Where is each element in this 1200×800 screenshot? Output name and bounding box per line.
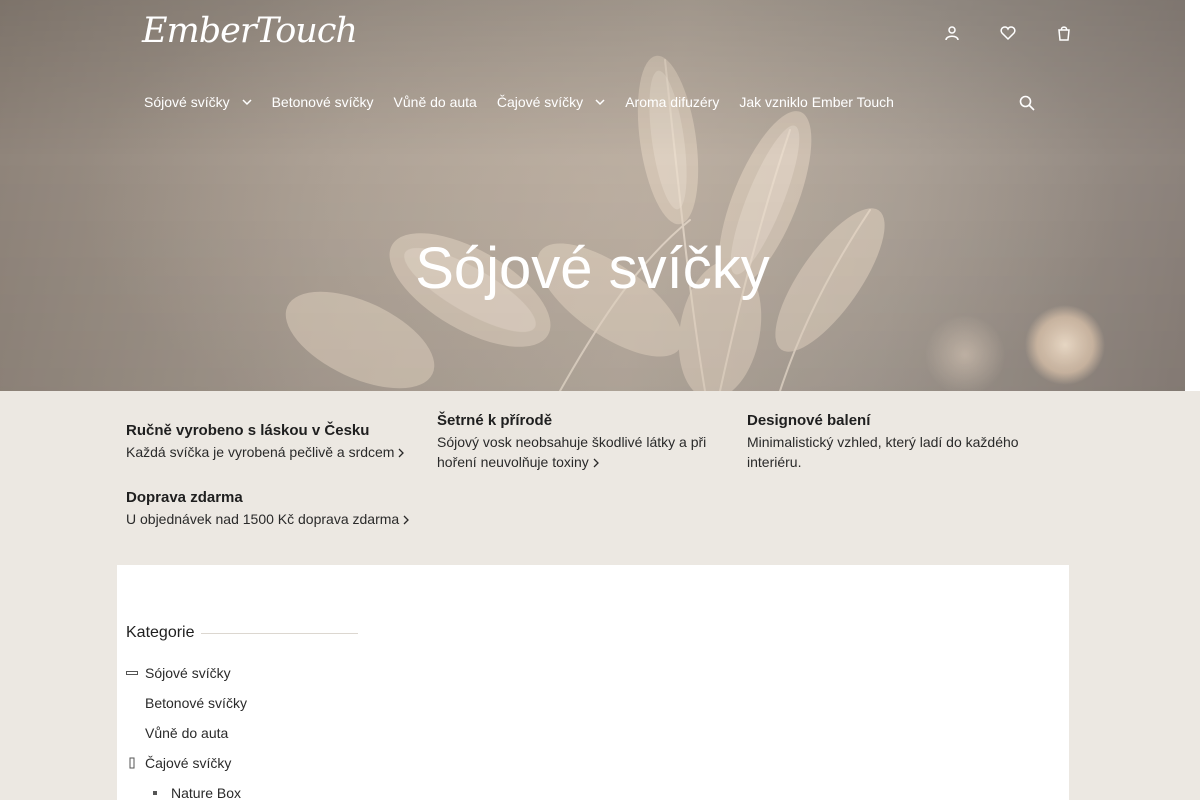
category-item-cajove-svicky[interactable]: Čajové svíčky bbox=[126, 748, 247, 778]
nav-item-jak-vzniklo[interactable]: Jak vzniklo Ember Touch bbox=[739, 94, 894, 110]
nav-item-aroma-difuzery[interactable]: Aroma difuzéry bbox=[625, 94, 719, 110]
benefit-packaging: Designové balení Minimalistický vzhled, … bbox=[747, 410, 1047, 472]
benefit-handmade: Ručně vyrobeno s láskou v Česku Každá sv… bbox=[126, 420, 426, 463]
nav-item-label: Aroma difuzéry bbox=[625, 94, 720, 110]
hero-banner: EmberTouch Sójové svíčky Betonové svíčky… bbox=[0, 0, 1185, 391]
header-icon-bar bbox=[924, 20, 1092, 46]
arrow-right-icon[interactable] bbox=[592, 453, 600, 473]
category-label: Nature Box bbox=[171, 785, 242, 800]
benefit-title: Doprava zdarma bbox=[126, 489, 243, 506]
wishlist-icon[interactable] bbox=[980, 20, 1036, 46]
sidebar-heading-label: Kategorie bbox=[126, 624, 195, 641]
search-icon[interactable] bbox=[1018, 94, 1036, 112]
collapse-icon[interactable] bbox=[126, 666, 145, 680]
benefit-title: Šetrné k přírodě bbox=[437, 412, 553, 429]
nav-item-label: Sójové svíčky bbox=[144, 94, 230, 110]
nav-item-vune-do-auta[interactable]: Vůně do auta bbox=[394, 94, 477, 110]
benefit-text: Každá svíčka je vyrobená pečlivě a srdce… bbox=[126, 444, 395, 460]
nav-item-label: Vůně do auta bbox=[393, 94, 477, 110]
category-item-vune-do-auta[interactable]: Vůně do auta bbox=[126, 718, 247, 748]
account-icon[interactable] bbox=[924, 20, 980, 46]
category-list: Sójové svíčky Betonové svíčky Vůně do au… bbox=[126, 658, 247, 800]
page-title: Sójové svíčky bbox=[415, 236, 770, 301]
nav-item-label: Betonové svíčky bbox=[271, 94, 374, 110]
hero-background-image bbox=[0, 0, 1185, 391]
chevron-down-icon[interactable] bbox=[242, 97, 252, 107]
category-item-betonove-svicky[interactable]: Betonové svíčky bbox=[126, 688, 247, 718]
expand-icon[interactable] bbox=[126, 756, 145, 770]
scrollbar-track[interactable] bbox=[1185, 0, 1200, 391]
benefit-title: Designové balení bbox=[747, 412, 871, 429]
benefit-eco: Šetrné k přírodě Sójový vosk neobsahuje … bbox=[437, 410, 737, 473]
category-sidebar-heading: Kategorie bbox=[126, 624, 358, 642]
benefit-text: Sójový vosk neobsahuje škodlivé látky a … bbox=[437, 434, 707, 470]
main-navigation: Sójové svíčky Betonové svíčky Vůně do au… bbox=[144, 94, 914, 110]
nav-item-betonove-svicky[interactable]: Betonové svíčky bbox=[272, 94, 374, 110]
chevron-down-icon[interactable] bbox=[595, 97, 605, 107]
nav-item-label: Jak vzniklo Ember Touch bbox=[739, 94, 894, 110]
nav-item-sojove-svicky[interactable]: Sójové svíčky bbox=[144, 94, 252, 110]
content-panel: Kategorie Sójové svíčky Betonové svíčky … bbox=[117, 565, 1069, 800]
category-label: Vůně do auta bbox=[145, 725, 229, 741]
category-label: Betonové svíčky bbox=[145, 695, 247, 711]
arrow-right-icon[interactable] bbox=[402, 510, 410, 530]
brand-logo[interactable]: EmberTouch bbox=[142, 10, 358, 52]
benefit-text: U objednávek nad 1500 Kč doprava zdarma bbox=[126, 511, 400, 527]
nav-item-cajove-svicky[interactable]: Čajové svíčky bbox=[497, 94, 605, 110]
benefit-text: Minimalistický vzhled, který ladí do kaž… bbox=[747, 434, 1019, 470]
category-item-sojove-svicky[interactable]: Sójové svíčky bbox=[126, 658, 247, 688]
nav-item-label: Čajové svíčky bbox=[496, 94, 584, 110]
benefit-title: Ručně vyrobeno s láskou v Česku bbox=[126, 422, 370, 439]
cart-icon[interactable] bbox=[1036, 20, 1092, 46]
bullet-icon bbox=[152, 790, 171, 796]
category-label: Sójové svíčky bbox=[145, 665, 231, 681]
arrow-right-icon[interactable] bbox=[397, 443, 405, 463]
category-label: Čajové svíčky bbox=[145, 755, 232, 771]
category-item-nature-box[interactable]: Nature Box bbox=[126, 778, 247, 800]
divider bbox=[200, 632, 358, 634]
benefit-free-shipping: Doprava zdarma U objednávek nad 1500 Kč … bbox=[126, 487, 446, 530]
